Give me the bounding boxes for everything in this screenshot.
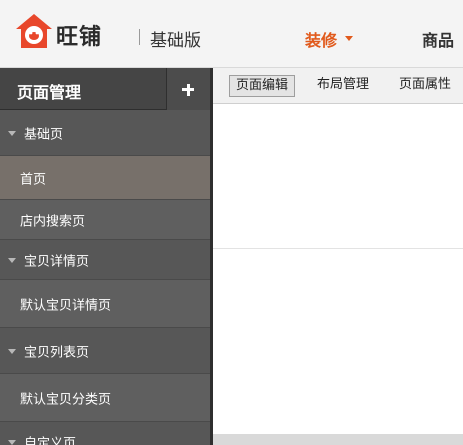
editor-main-area: 页面编辑 布局管理 页面属性 bbox=[210, 68, 463, 445]
brand-name: 旺铺 bbox=[56, 25, 103, 50]
shop-logo-icon bbox=[16, 14, 52, 48]
page-management-sidebar: 页面管理 基础页 首页 店内搜索页 宝贝详情页 默认宝贝详情页 宝贝列表页 默认… bbox=[0, 68, 210, 445]
tab-layout-manage[interactable]: 布局管理 bbox=[311, 75, 375, 97]
top-header: 旺铺 基础版 装修 商品 bbox=[0, 0, 463, 68]
caret-down-icon bbox=[8, 348, 16, 354]
sidebar-item-home[interactable]: 首页 bbox=[0, 156, 210, 200]
sidebar-title: 页面管理 bbox=[17, 83, 82, 102]
tab-page-properties[interactable]: 页面属性 bbox=[393, 75, 457, 97]
sidebar-item-label: 默认宝贝详情页 bbox=[20, 298, 112, 313]
caret-down-icon bbox=[8, 257, 16, 263]
sidebar-item-store-search[interactable]: 店内搜索页 bbox=[0, 200, 210, 240]
sidebar-group-label: 自定义页 bbox=[24, 436, 77, 445]
sidebar-group-basic[interactable]: 基础页 bbox=[0, 110, 210, 156]
caret-down-icon bbox=[8, 130, 16, 136]
sidebar-item-label: 首页 bbox=[20, 172, 47, 187]
sidebar-group-label: 宝贝列表页 bbox=[24, 345, 90, 360]
bottom-scroll-strip[interactable] bbox=[213, 434, 463, 445]
sidebar-group-label: 基础页 bbox=[24, 127, 64, 142]
caret-down-icon bbox=[8, 439, 16, 445]
sidebar-group-custom[interactable]: 自定义页 bbox=[0, 422, 210, 445]
edition-label: 基础版 bbox=[150, 31, 201, 51]
sidebar-item-label: 默认宝贝分类页 bbox=[20, 392, 112, 407]
nav-goods-menu[interactable]: 商品 bbox=[422, 27, 454, 51]
sidebar-group-label: 宝贝详情页 bbox=[24, 254, 90, 269]
sidebar-group-item-list[interactable]: 宝贝列表页 bbox=[0, 328, 210, 374]
sidebar-header: 页面管理 bbox=[0, 68, 210, 110]
sidebar-item-default-category[interactable]: 默认宝贝分类页 bbox=[0, 374, 210, 422]
brand-divider bbox=[139, 29, 140, 45]
nav-decorate-menu[interactable]: 装修 bbox=[305, 27, 337, 51]
chevron-down-icon[interactable] bbox=[345, 36, 353, 41]
add-page-button[interactable] bbox=[166, 68, 210, 110]
sidebar-item-label: 店内搜索页 bbox=[20, 214, 86, 229]
tab-page-edit[interactable]: 页面编辑 bbox=[229, 75, 296, 97]
app-window: 旺铺 基础版 装修 商品 页面管理 基础页 首页 店内搜索页 宝贝详情页 默认宝… bbox=[0, 0, 463, 445]
sidebar-group-item-detail[interactable]: 宝贝详情页 bbox=[0, 240, 210, 280]
canvas-divider bbox=[213, 248, 463, 249]
sidebar-item-default-item-detail[interactable]: 默认宝贝详情页 bbox=[0, 280, 210, 328]
editor-tab-bar: 页面编辑 布局管理 页面属性 bbox=[213, 68, 463, 104]
